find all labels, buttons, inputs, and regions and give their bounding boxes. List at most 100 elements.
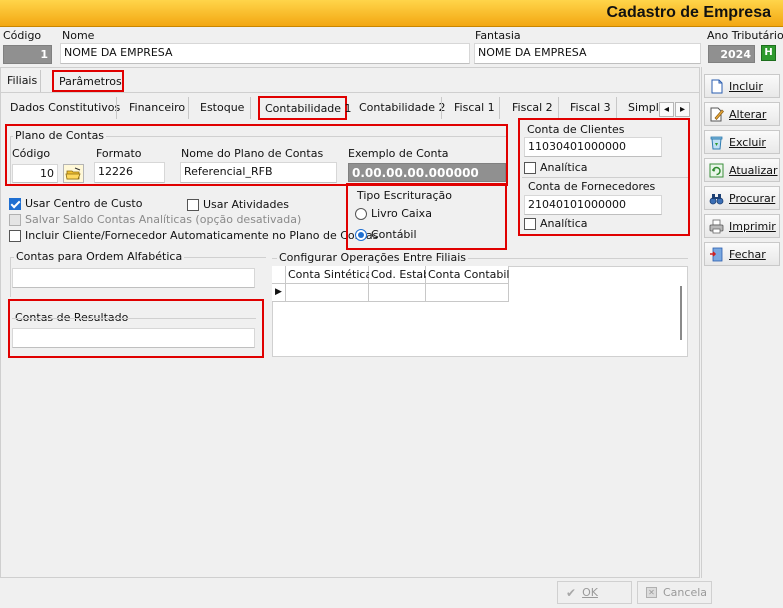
- binoculars-icon: [709, 191, 724, 206]
- tab-fiscal-3[interactable]: Fiscal 3: [570, 101, 611, 114]
- salvar-saldo-label: Salvar Saldo Contas Analíticas (opção de…: [25, 213, 302, 226]
- conta-fornecedores-analitica-checkbox[interactable]: [524, 217, 536, 230]
- cancel-icon: ✕: [646, 587, 657, 598]
- tab-divider: [116, 97, 117, 119]
- tab-divider: [40, 70, 41, 92]
- nome-field[interactable]: NOME DA EMPRESA: [60, 43, 470, 64]
- livro-caixa-radio[interactable]: [355, 207, 367, 220]
- fechar-label: Fechar: [729, 247, 766, 261]
- incluir-label: Incluir: [729, 79, 763, 93]
- grid-header-conta-contabil[interactable]: Conta Contabil: [426, 266, 509, 284]
- salvar-saldo-checkbox: [9, 213, 21, 226]
- tab-fiscal-2[interactable]: Fiscal 2: [512, 101, 553, 114]
- incluir-button[interactable]: Incluir: [704, 74, 780, 98]
- conta-fornecedores-analitica-option[interactable]: Analítica: [524, 217, 588, 230]
- grid-cell[interactable]: [286, 284, 369, 302]
- ano-tributario-label: Ano Tributário: [707, 29, 783, 42]
- conta-fornecedores-field[interactable]: 21040101000000: [524, 195, 662, 215]
- ano-tributario-field[interactable]: 2024: [708, 45, 755, 63]
- contas-ordem-title: Contas para Ordem Alfabética: [14, 250, 185, 263]
- alterar-label: Alterar: [729, 107, 767, 121]
- cancela-button[interactable]: ✕ Cancela: [637, 581, 712, 604]
- procurar-button[interactable]: Procurar: [704, 186, 780, 210]
- ano-history-button[interactable]: H: [761, 45, 776, 61]
- contabil-radio[interactable]: [355, 228, 367, 241]
- alterar-button[interactable]: Alterar: [704, 102, 780, 126]
- usar-centro-custo-checkbox[interactable]: [9, 197, 21, 210]
- ok-button[interactable]: ✔ OK: [557, 581, 632, 604]
- contas-resultado-field[interactable]: [12, 328, 255, 348]
- fantasia-field[interactable]: NOME DA EMPRESA: [474, 43, 701, 64]
- incluir-cliente-checkbox[interactable]: [9, 229, 21, 242]
- tab-contabilidade-1[interactable]: Contabilidade 1: [265, 102, 352, 115]
- cancela-label: Cancela: [663, 586, 708, 599]
- formato-field[interactable]: 12226: [94, 162, 165, 183]
- usar-atividades-checkbox[interactable]: [187, 198, 199, 211]
- atualizar-button[interactable]: Atualizar: [704, 158, 780, 182]
- codigo-field[interactable]: 1: [3, 45, 52, 64]
- tab-divider: [188, 97, 189, 119]
- tab-estoque[interactable]: Estoque: [200, 101, 244, 114]
- folder-search-icon[interactable]: [63, 164, 84, 183]
- conta-clientes-analitica-option[interactable]: Analítica: [524, 161, 588, 174]
- tab-parametros[interactable]: Parâmetros: [59, 75, 122, 88]
- tab-scroll-left-button[interactable]: ◂: [659, 102, 674, 117]
- plano-codigo-label: Código: [12, 147, 51, 160]
- tab-filiais[interactable]: Filiais: [7, 74, 37, 87]
- usar-centro-custo-label: Usar Centro de Custo: [25, 197, 143, 210]
- grid-header-conta-sintetica[interactable]: Conta Sintética: [286, 266, 372, 284]
- grid-scrollbar[interactable]: [680, 286, 682, 340]
- tab-strip-line: [1, 92, 699, 93]
- imprimir-button[interactable]: Imprimir: [704, 214, 780, 238]
- tab-scroll-right-button[interactable]: ▸: [675, 102, 690, 117]
- tab-dados-constitutivos[interactable]: Dados Constitutivos: [10, 101, 120, 114]
- conta-fornecedores-analitica-label: Analítica: [540, 217, 588, 230]
- plano-codigo-field[interactable]: 10: [12, 164, 58, 183]
- incluir-cliente-option[interactable]: Incluir Cliente/Fornecedor Automaticamen…: [9, 229, 378, 242]
- exemplo-conta-label: Exemplo de Conta: [348, 147, 449, 160]
- tab-simples[interactable]: Simple: [628, 101, 658, 114]
- nome-plano-field[interactable]: Referencial_RFB: [180, 162, 337, 183]
- codigo-label: Código: [3, 29, 42, 42]
- usar-centro-custo-option[interactable]: Usar Centro de Custo: [9, 197, 142, 210]
- grid-cell[interactable]: [426, 284, 509, 302]
- tab-contabilidade-2[interactable]: Contabilidade 2: [359, 101, 446, 114]
- refresh-icon: [709, 163, 724, 178]
- conta-clientes-analitica-label: Analítica: [540, 161, 588, 174]
- tab-fiscal-1[interactable]: Fiscal 1: [454, 101, 495, 114]
- livro-caixa-option[interactable]: Livro Caixa: [355, 207, 432, 220]
- contabil-option[interactable]: Contábil: [355, 228, 417, 241]
- grid-header-cod-estab[interactable]: Cod. Estab: [369, 266, 430, 284]
- tab-divider: [441, 97, 442, 119]
- close-door-icon: [709, 247, 724, 262]
- document-edit-icon: [709, 107, 724, 122]
- conta-clientes-analitica-checkbox[interactable]: [524, 161, 536, 174]
- contas-resultado-divider: [12, 318, 256, 319]
- excluir-button[interactable]: Excluir: [704, 130, 780, 154]
- fechar-button[interactable]: Fechar: [704, 242, 780, 266]
- check-icon: ✔: [566, 585, 577, 600]
- usar-atividades-label: Usar Atividades: [203, 198, 290, 211]
- formato-label: Formato: [96, 147, 142, 160]
- tab-divider: [250, 97, 251, 119]
- usar-atividades-option[interactable]: Usar Atividades: [187, 198, 289, 211]
- nome-label: Nome: [62, 29, 95, 42]
- procurar-label: Procurar: [729, 191, 776, 205]
- grid-corner: [272, 266, 286, 284]
- grid-row-pointer: ▶: [272, 284, 286, 302]
- grid-cell[interactable]: [369, 284, 426, 302]
- livro-caixa-label: Livro Caixa: [371, 207, 432, 220]
- plano-contas-title: Plano de Contas: [13, 129, 107, 142]
- salvar-saldo-option: Salvar Saldo Contas Analíticas (opção de…: [9, 213, 301, 226]
- contas-divider: [522, 177, 688, 178]
- contas-ordem-field[interactable]: [12, 268, 255, 288]
- nome-plano-label: Nome do Plano de Contas: [181, 147, 324, 160]
- conta-fornecedores-title: Conta de Fornecedores: [528, 180, 656, 193]
- operacoes-filiais-title: Configurar Operações Entre Filiais: [277, 251, 468, 264]
- tab-financeiro[interactable]: Financeiro: [129, 101, 185, 114]
- tab-divider: [499, 97, 500, 119]
- conta-clientes-field[interactable]: 11030401000000: [524, 137, 662, 157]
- imprimir-label: Imprimir: [729, 219, 776, 233]
- excluir-label: Excluir: [729, 135, 766, 149]
- incluir-cliente-label: Incluir Cliente/Fornecedor Automaticamen…: [25, 229, 379, 242]
